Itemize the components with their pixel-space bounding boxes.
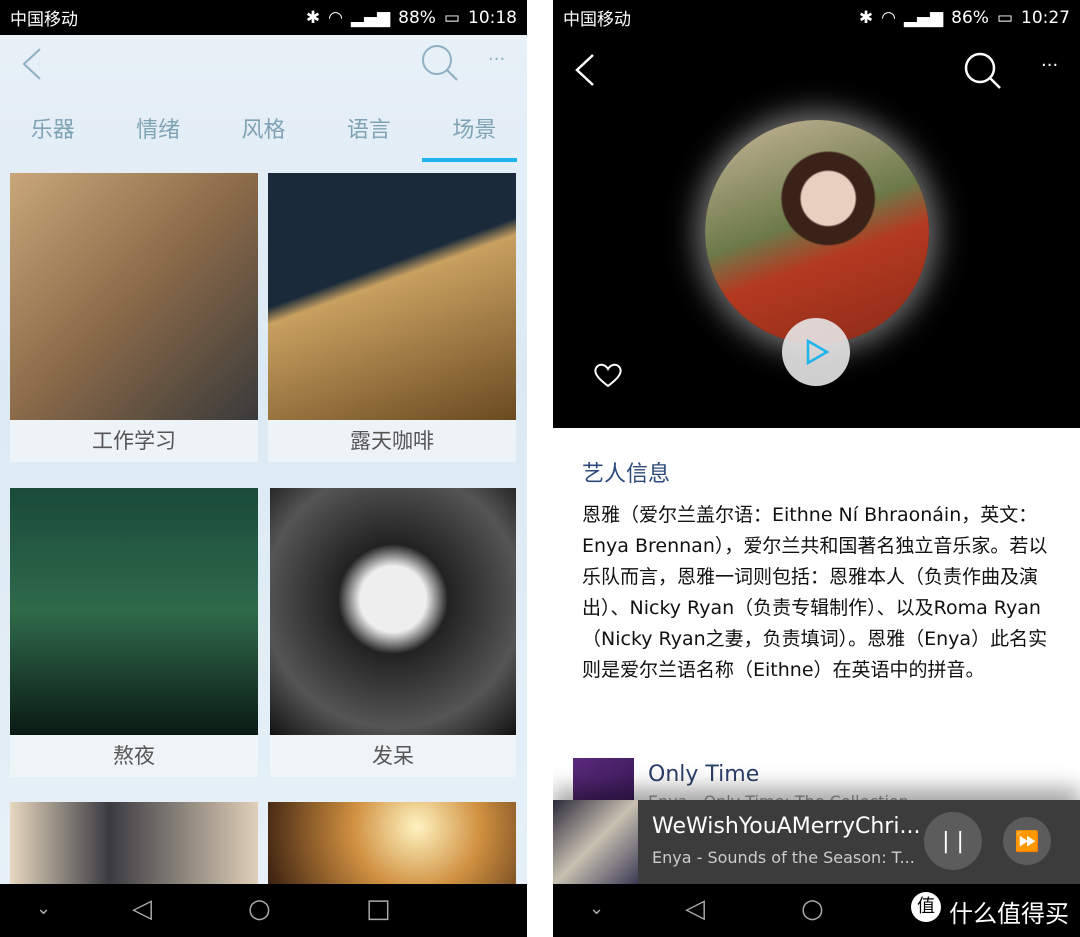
recents-icon[interactable]: □ (366, 894, 391, 924)
bluetooth-icon: ✱ (858, 7, 874, 28)
song-cover (573, 758, 634, 800)
tab-style[interactable]: 风格 (211, 112, 316, 162)
scene-tile[interactable] (10, 802, 258, 884)
nav-bar: ⌄ ◁ ○ □ (0, 884, 527, 937)
back-icon[interactable] (20, 47, 44, 81)
play-button[interactable] (782, 318, 850, 386)
right-screen: ··· 中国移动 ✱ ◠ ▂▄▆ 86% ▭ 10:27 艺人信息 恩雅（爱尔兰盖尔语：E… (553, 0, 1080, 937)
scene-tile[interactable]: 发呆 (270, 488, 516, 777)
hide-nav-icon[interactable]: ⌄ (589, 898, 604, 919)
screenshot: 中国移动 ✱ ◠ ▂▄▆ 88% ▭ 10:18 ··· 乐器 情绪 风格 语言 场景 工… (0, 0, 1080, 937)
hide-nav-icon[interactable]: ⌄ (36, 898, 51, 919)
wifi-icon: ◠ (881, 7, 896, 28)
search-icon[interactable] (963, 51, 1003, 91)
left-screen: 中国移动 ✱ ◠ ▂▄▆ 88% ▭ 10:18 ··· 乐器 情绪 风格 语言 场景 工… (0, 0, 527, 937)
status-bar: 中国移动 ✱ ◠ ▂▄▆ 86% ▭ 10:27 (553, 0, 1080, 35)
clock: 10:18 (468, 7, 517, 28)
tile-label: 发呆 (270, 735, 516, 777)
signal-icon: ▂▄▆ (350, 7, 391, 28)
more-icon[interactable]: ··· (488, 49, 505, 70)
scene-tile[interactable]: 熬夜 (10, 488, 258, 777)
battery-icon: ▭ (996, 7, 1013, 28)
carrier: 中国移动 (10, 10, 78, 30)
clock: 10:27 (1021, 7, 1070, 28)
tab-scene[interactable]: 场景 (421, 112, 527, 162)
tile-image (268, 173, 516, 420)
tile-label: 露天咖啡 (268, 420, 516, 462)
signal-icon: ▂▄▆ (903, 7, 944, 28)
song-item[interactable]: Only Time Enya - Only Time: The Collecti… (573, 758, 1073, 811)
tile-image (270, 488, 516, 735)
artist-avatar (705, 120, 929, 344)
battery-level: 88% (398, 7, 436, 28)
carrier: 中国移动 (563, 10, 631, 30)
status-bar: 中国移动 ✱ ◠ ▂▄▆ 88% ▭ 10:18 (0, 0, 527, 35)
battery-icon: ▭ (443, 7, 460, 28)
back-nav-icon[interactable]: ◁ (685, 894, 705, 924)
nav-bar: ⌄ ◁ ○ 值 什么值得买 (553, 884, 1080, 937)
pause-button[interactable]: | | (924, 812, 982, 870)
home-icon[interactable]: ○ (801, 894, 824, 924)
bluetooth-icon: ✱ (305, 7, 321, 28)
scene-tile[interactable]: 露天咖啡 (268, 173, 516, 462)
artist-header: ··· (553, 35, 1080, 428)
watermark-logo-icon: 值 (911, 892, 941, 922)
scene-tile[interactable]: 工作学习 (10, 173, 258, 462)
tile-image (268, 802, 516, 884)
watermark-text: 什么值得买 (949, 900, 1069, 928)
album-art (553, 800, 638, 884)
search-icon[interactable] (420, 43, 460, 83)
pause-icon: | | (942, 828, 964, 854)
next-button[interactable]: ⏩ (1003, 817, 1051, 865)
battery-level: 86% (951, 7, 989, 28)
mini-player[interactable]: WeWishYouAMerryChri... Enya - Sounds of … (553, 800, 1080, 884)
play-icon (806, 338, 830, 366)
now-playing-subtitle: Enya - Sounds of the Season: T... (652, 848, 915, 867)
category-tabs: 乐器 情绪 风格 语言 场景 (0, 112, 527, 162)
tile-label: 工作学习 (10, 420, 258, 462)
tile-image (10, 173, 258, 420)
heart-icon[interactable] (593, 361, 623, 389)
fast-forward-icon: ⏩ (1014, 829, 1040, 853)
back-nav-icon[interactable]: ◁ (132, 894, 152, 924)
artist-info-body: 恩雅（爱尔兰盖尔语：Eithne Ní Bhraonáin，英文：Enya Br… (582, 504, 1048, 681)
wifi-icon: ◠ (328, 7, 343, 28)
tile-image (10, 488, 258, 735)
artist-info-title: 艺人信息 (582, 462, 671, 487)
tab-instrument[interactable]: 乐器 (0, 112, 105, 162)
song-title: Only Time (648, 762, 760, 787)
more-icon[interactable]: ··· (1041, 55, 1058, 76)
tab-mood[interactable]: 情绪 (105, 112, 210, 162)
back-icon[interactable] (573, 53, 597, 87)
tile-image (10, 802, 258, 884)
home-icon[interactable]: ○ (248, 894, 271, 924)
scene-tile[interactable] (268, 802, 516, 884)
tab-language[interactable]: 语言 (316, 112, 421, 162)
tile-label: 熬夜 (10, 735, 258, 777)
now-playing-title: WeWishYouAMerryChri... (652, 814, 921, 839)
